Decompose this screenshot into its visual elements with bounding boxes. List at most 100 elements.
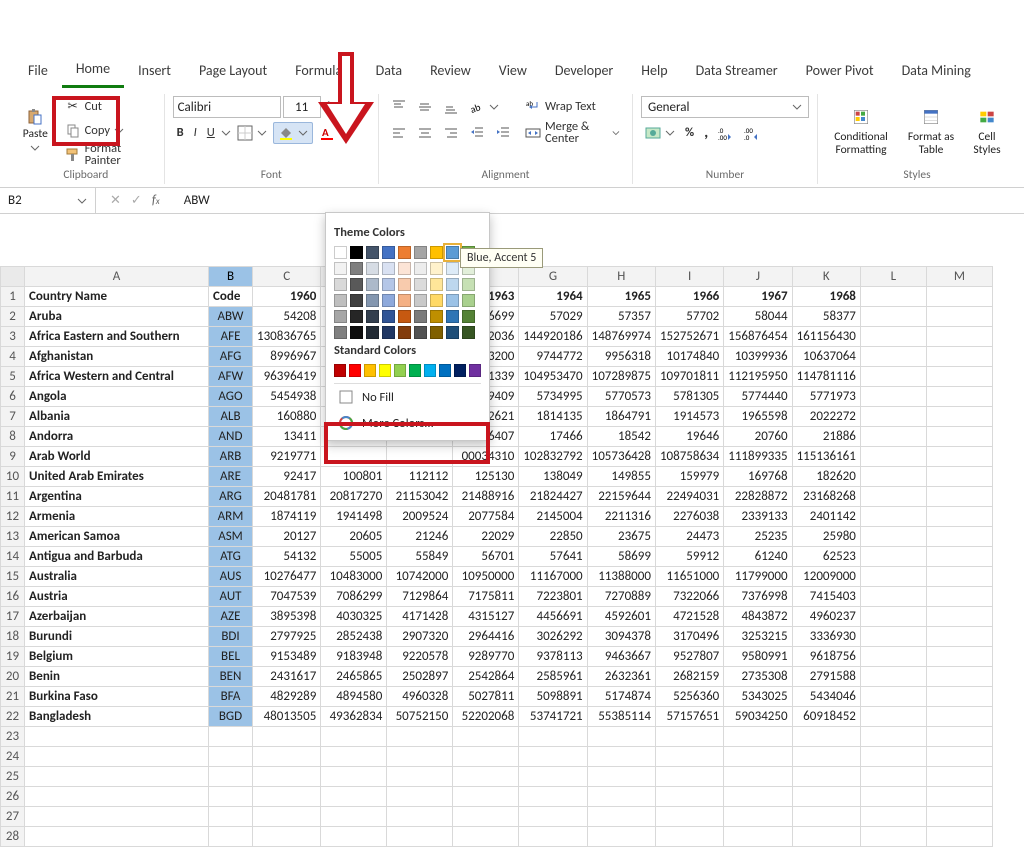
- tab-review[interactable]: Review: [416, 58, 485, 87]
- cell[interactable]: Argentina: [25, 487, 209, 507]
- color-swatch[interactable]: [350, 262, 363, 275]
- cell[interactable]: 21153042: [387, 487, 453, 507]
- cell[interactable]: 22159644: [587, 487, 655, 507]
- cell[interactable]: 102832792: [519, 447, 587, 467]
- format-painter-button[interactable]: Format Painter: [61, 144, 156, 166]
- color-swatch[interactable]: [424, 364, 436, 377]
- cell[interactable]: [860, 687, 926, 707]
- cell[interactable]: 55005: [321, 547, 387, 567]
- cell[interactable]: Africa Eastern and Southern: [25, 327, 209, 347]
- color-swatch[interactable]: [364, 364, 376, 377]
- color-swatch[interactable]: [446, 246, 459, 259]
- cell[interactable]: 10276477: [253, 567, 321, 587]
- cell[interactable]: 13411: [253, 427, 321, 447]
- cell[interactable]: [926, 747, 992, 767]
- cell[interactable]: [253, 807, 321, 827]
- cell[interactable]: 55849: [387, 547, 453, 567]
- color-swatch[interactable]: [350, 310, 363, 323]
- cell[interactable]: [926, 547, 992, 567]
- column-header[interactable]: C: [253, 267, 321, 287]
- no-fill-menuitem[interactable]: No Fill: [334, 384, 481, 410]
- cell[interactable]: 10399936: [724, 347, 792, 367]
- cell[interactable]: [209, 767, 253, 787]
- insert-function-button[interactable]: fx: [152, 193, 160, 208]
- cell[interactable]: 11388000: [587, 567, 655, 587]
- color-swatch[interactable]: [334, 310, 347, 323]
- cell[interactable]: 112195950: [724, 367, 792, 387]
- cell[interactable]: [724, 747, 792, 767]
- cell[interactable]: 4894580: [321, 687, 387, 707]
- cell[interactable]: United Arab Emirates: [25, 467, 209, 487]
- color-swatch[interactable]: [350, 246, 363, 259]
- cell[interactable]: [926, 827, 992, 847]
- cell[interactable]: [860, 667, 926, 687]
- color-swatch[interactable]: [398, 310, 411, 323]
- cell[interactable]: 9744772: [519, 347, 587, 367]
- color-swatch[interactable]: [414, 326, 427, 339]
- cell[interactable]: [587, 727, 655, 747]
- cell[interactable]: [25, 727, 209, 747]
- cell[interactable]: Aruba: [25, 307, 209, 327]
- cell[interactable]: [926, 307, 992, 327]
- cell[interactable]: 20760: [724, 427, 792, 447]
- color-swatch[interactable]: [430, 294, 443, 307]
- fill-color-button[interactable]: [273, 122, 313, 144]
- cell[interactable]: AUT: [209, 587, 253, 607]
- color-swatch[interactable]: [382, 326, 395, 339]
- cell[interactable]: 57157651: [655, 707, 723, 727]
- cell[interactable]: [655, 807, 723, 827]
- accounting-format-button[interactable]: [641, 122, 679, 144]
- cell[interactable]: 54208: [253, 307, 321, 327]
- cell[interactable]: 2077584: [453, 507, 519, 527]
- cell[interactable]: 7322066: [655, 587, 723, 607]
- shrink-font-button[interactable]: A▼: [349, 96, 370, 118]
- cell[interactable]: 58699: [587, 547, 655, 567]
- cell[interactable]: 58377: [792, 307, 860, 327]
- select-all-corner[interactable]: [1, 267, 25, 287]
- tab-data[interactable]: Data: [362, 58, 416, 87]
- cell[interactable]: 59034250: [724, 707, 792, 727]
- cell[interactable]: [926, 767, 992, 787]
- cell[interactable]: [926, 527, 992, 547]
- cell[interactable]: 23168268: [792, 487, 860, 507]
- cell[interactable]: 2009524: [387, 507, 453, 527]
- cell[interactable]: 10637064: [792, 347, 860, 367]
- color-swatch[interactable]: [469, 364, 481, 377]
- row-header[interactable]: 21: [1, 687, 25, 707]
- column-header[interactable]: G: [519, 267, 587, 287]
- cell[interactable]: [321, 727, 387, 747]
- color-swatch[interactable]: [398, 326, 411, 339]
- row-header[interactable]: 14: [1, 547, 25, 567]
- cell[interactable]: Arab World: [25, 447, 209, 467]
- cell[interactable]: 2852438: [321, 627, 387, 647]
- color-swatch[interactable]: [334, 246, 347, 259]
- underline-button[interactable]: U: [203, 122, 219, 144]
- row-header[interactable]: 4: [1, 347, 25, 367]
- cell[interactable]: AGO: [209, 387, 253, 407]
- cell[interactable]: [926, 627, 992, 647]
- increase-decimal-button[interactable]: .0.00: [714, 122, 738, 144]
- cell[interactable]: [860, 467, 926, 487]
- merge-center-button[interactable]: Merge & Center: [521, 122, 624, 144]
- cell[interactable]: Africa Western and Central: [25, 367, 209, 387]
- cell[interactable]: 10174840: [655, 347, 723, 367]
- cell[interactable]: [519, 787, 587, 807]
- cell[interactable]: 161156430: [792, 327, 860, 347]
- cell[interactable]: [926, 687, 992, 707]
- cell[interactable]: 20817270: [321, 487, 387, 507]
- cell[interactable]: AND: [209, 427, 253, 447]
- cell[interactable]: Angola: [25, 387, 209, 407]
- cell[interactable]: [724, 787, 792, 807]
- cell[interactable]: [926, 507, 992, 527]
- cell[interactable]: [860, 647, 926, 667]
- color-swatch[interactable]: [334, 262, 347, 275]
- cell[interactable]: AUS: [209, 567, 253, 587]
- copy-button[interactable]: Copy: [61, 120, 156, 142]
- row-header[interactable]: 28: [1, 827, 25, 847]
- cell[interactable]: [860, 707, 926, 727]
- cell[interactable]: [587, 767, 655, 787]
- row-header[interactable]: 19: [1, 647, 25, 667]
- cut-button[interactable]: ✂Cut: [61, 96, 156, 118]
- cell[interactable]: Austria: [25, 587, 209, 607]
- cell[interactable]: 4315127: [453, 607, 519, 627]
